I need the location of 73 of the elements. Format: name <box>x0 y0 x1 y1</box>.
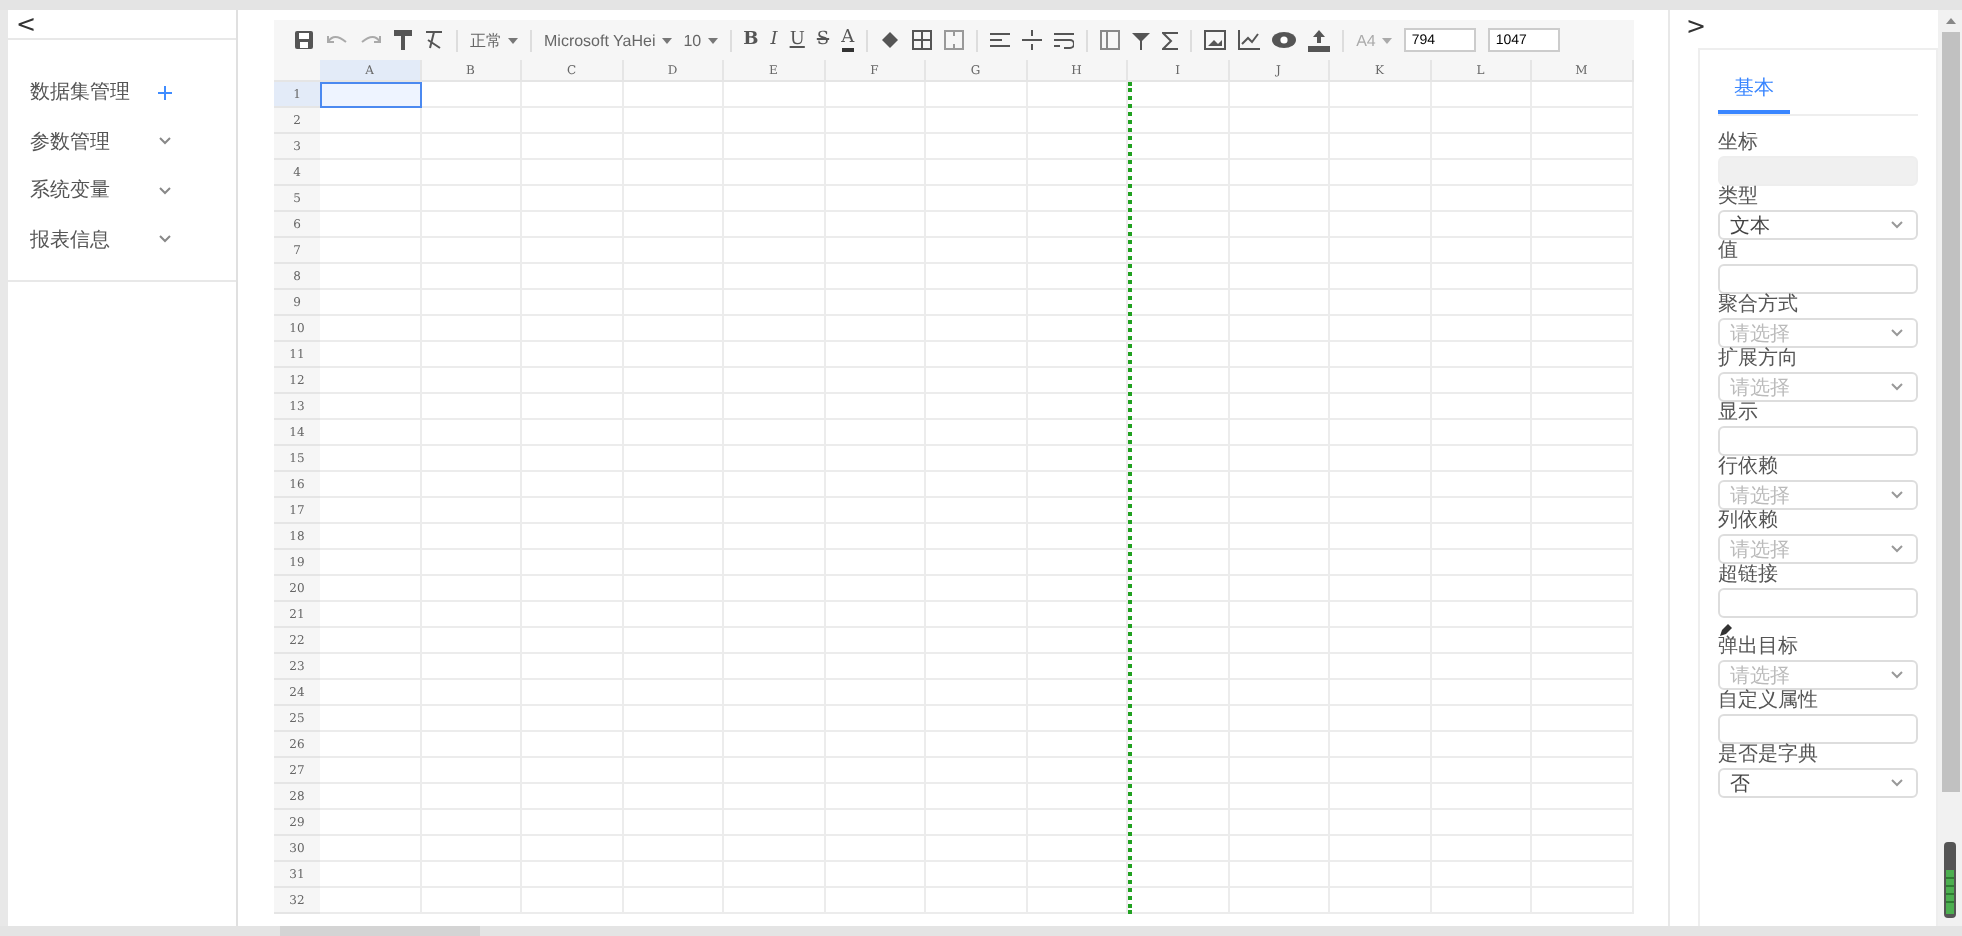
sum-icon[interactable] <box>1162 31 1179 49</box>
chevron-down-icon <box>1890 778 1904 788</box>
borders-icon[interactable] <box>912 30 933 50</box>
field-label: 聚合方式 <box>1718 294 1800 316</box>
field-label: 超链接 <box>1718 564 1780 586</box>
chevron-down-icon <box>1890 328 1904 338</box>
freeze-icon[interactable] <box>1100 30 1121 50</box>
format-button[interactable]: U <box>789 30 805 50</box>
field-label: 自定义属性 <box>1718 690 1820 712</box>
chart-icon[interactable] <box>1238 30 1261 50</box>
caret-icon <box>508 37 518 43</box>
align-icon[interactable] <box>990 31 1011 49</box>
scrollbar-thumb[interactable] <box>280 926 480 936</box>
field-label: 行依赖 <box>1718 456 1780 478</box>
size-dropdown[interactable]: 10 <box>683 31 718 49</box>
style-dropdown[interactable]: 正常 <box>470 29 518 51</box>
menu-item[interactable]: 参数管理 <box>30 127 158 156</box>
selected-cell[interactable] <box>320 82 421 108</box>
chevron-down-icon <box>1890 544 1904 554</box>
format-button[interactable]: A <box>841 29 855 51</box>
caret-icon <box>707 37 718 43</box>
fill-color-icon[interactable] <box>880 30 901 50</box>
filter-icon[interactable] <box>1132 31 1151 49</box>
pencil-icon[interactable] <box>1720 622 1734 636</box>
chevron-down-icon <box>1890 382 1904 392</box>
merge-cells-icon[interactable] <box>944 30 965 50</box>
field-label: 显示 <box>1718 402 1760 424</box>
clear-format-icon[interactable] <box>424 30 444 50</box>
field-label: 列依赖 <box>1718 510 1780 532</box>
field-label: 坐标 <box>1718 132 1760 154</box>
undo-icon[interactable] <box>326 32 348 48</box>
scrollbar-thumb[interactable] <box>1941 32 1959 792</box>
chevron-down-icon <box>1890 490 1904 500</box>
field-label: 是否是字典 <box>1718 744 1820 766</box>
wrap-text-icon[interactable] <box>1054 31 1075 49</box>
menu-item[interactable]: 报表信息 <box>30 225 158 254</box>
save-icon[interactable] <box>294 30 314 50</box>
format-button[interactable]: B <box>743 30 759 50</box>
redo-icon[interactable] <box>360 32 382 48</box>
format-button[interactable]: I <box>770 30 778 50</box>
chevron-down-icon <box>1890 670 1904 680</box>
tab[interactable]: 基本 <box>1718 74 1790 114</box>
field-label: 值 <box>1718 240 1740 262</box>
scrollbar[interactable] <box>1938 10 1962 926</box>
chevron-down-icon <box>1890 220 1904 230</box>
upload-icon[interactable] <box>1308 29 1331 51</box>
image-icon[interactable] <box>1204 30 1227 50</box>
scroll-up-icon[interactable] <box>1945 18 1955 24</box>
valign-icon[interactable] <box>1022 30 1043 50</box>
field-label: 类型 <box>1718 186 1760 208</box>
input-field[interactable] <box>1718 588 1918 618</box>
chevron-down-icon[interactable] <box>158 234 172 245</box>
input-field[interactable] <box>1718 426 1918 456</box>
field-label: 扩展方向 <box>1718 348 1800 370</box>
select-field[interactable]: 否 <box>1718 768 1918 798</box>
paint-format-icon[interactable] <box>394 30 412 50</box>
collapse-button[interactable]: < <box>8 10 236 40</box>
meter-icon <box>1944 842 1956 918</box>
input-field[interactable] <box>1718 714 1918 744</box>
field-label: 弹出目标 <box>1718 636 1800 658</box>
menu-item[interactable]: 系统变量 <box>30 176 158 205</box>
caret-icon <box>1381 37 1392 43</box>
menu-item[interactable]: 数据集管理 <box>30 78 158 107</box>
format-button[interactable]: S <box>816 30 830 50</box>
chevron-down-icon[interactable] <box>158 136 172 147</box>
preview-icon[interactable] <box>1272 32 1297 48</box>
input-field[interactable] <box>1718 264 1918 294</box>
collapse-button[interactable]: > <box>1678 12 1715 40</box>
select-field[interactable]: 文本 <box>1718 210 1918 240</box>
chevron-down-icon[interactable] <box>158 185 172 196</box>
plus-icon[interactable] <box>158 85 172 100</box>
font-dropdown[interactable]: Microsoft YaHei <box>544 31 672 49</box>
caret-icon <box>661 37 672 43</box>
